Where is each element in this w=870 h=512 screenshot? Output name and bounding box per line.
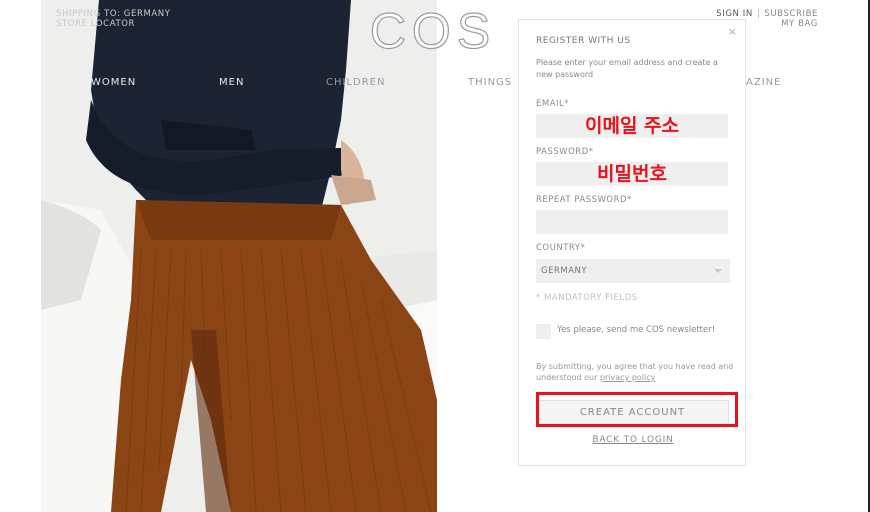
store-locator-link[interactable]: STORE LOCATOR: [56, 19, 171, 29]
annotation-highlight: [536, 392, 738, 427]
subscribe-link[interactable]: SUBSCRIBE: [764, 9, 818, 19]
sign-in-link[interactable]: SIGN IN: [716, 9, 753, 19]
nav-things[interactable]: THINGS: [468, 77, 512, 88]
cos-logo[interactable]: COS: [368, 0, 498, 59]
country-label: COUNTRY*: [536, 243, 586, 253]
register-description: Please enter your email address and crea…: [536, 58, 718, 79]
cos-logo-text: COS: [370, 3, 496, 58]
email-field[interactable]: 이메일 주소: [536, 114, 728, 138]
nav-men[interactable]: MEN: [219, 77, 244, 88]
nav-children[interactable]: CHILDREN: [326, 77, 385, 88]
left-margin: [0, 0, 41, 512]
mandatory-note: * MANDATORY FIELDS: [536, 293, 638, 303]
nav-magazine[interactable]: AZINE: [746, 77, 781, 88]
email-label: EMAIL*: [536, 99, 570, 109]
country-value: GERMANY: [541, 266, 588, 276]
privacy-policy-link[interactable]: privacy policy: [600, 373, 655, 382]
separator: |: [756, 9, 761, 19]
nav-women[interactable]: WOMEN: [91, 77, 136, 88]
email-annotation: 이메일 주소: [584, 115, 679, 137]
shipping-selector[interactable]: SHIPPING TO: GERMANY: [56, 9, 171, 19]
cos-logo-mark: COS: [369, 2, 496, 59]
repeat-password-label: REPEAT PASSWORD*: [536, 195, 632, 205]
close-icon[interactable]: ×: [728, 25, 737, 38]
newsletter-label: Yes please, send me COS newsletter!: [557, 325, 716, 335]
password-label: PASSWORD*: [536, 147, 594, 157]
country-select[interactable]: GERMANY: [536, 259, 730, 283]
back-to-login-link[interactable]: BACK TO LOGIN: [519, 435, 747, 445]
password-annotation: 비밀번호: [597, 163, 667, 185]
utility-links-left: SHIPPING TO: GERMANY STORE LOCATOR: [56, 9, 171, 29]
repeat-password-field[interactable]: [536, 210, 728, 234]
newsletter-checkbox[interactable]: [536, 324, 551, 339]
register-title: REGISTER WITH US: [536, 36, 631, 46]
terms-text: By submitting, you agree that you have r…: [536, 361, 734, 383]
chevron-down-icon: [714, 269, 722, 273]
password-field[interactable]: 비밀번호: [536, 162, 728, 186]
